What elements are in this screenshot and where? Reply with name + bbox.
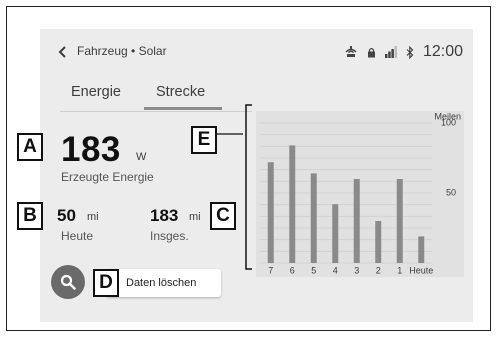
callout-b: B — [17, 202, 43, 230]
callout-e-bracket — [245, 104, 252, 270]
callout-e: E — [191, 126, 217, 154]
callout-overlay — [216, 104, 252, 270]
callout-a: A — [17, 133, 43, 161]
callout-d: D — [93, 269, 119, 297]
figure-frame: Fahrzeug • Solar 12:00 Energie Strecke 1… — [6, 6, 491, 331]
callout-c: C — [210, 202, 236, 230]
